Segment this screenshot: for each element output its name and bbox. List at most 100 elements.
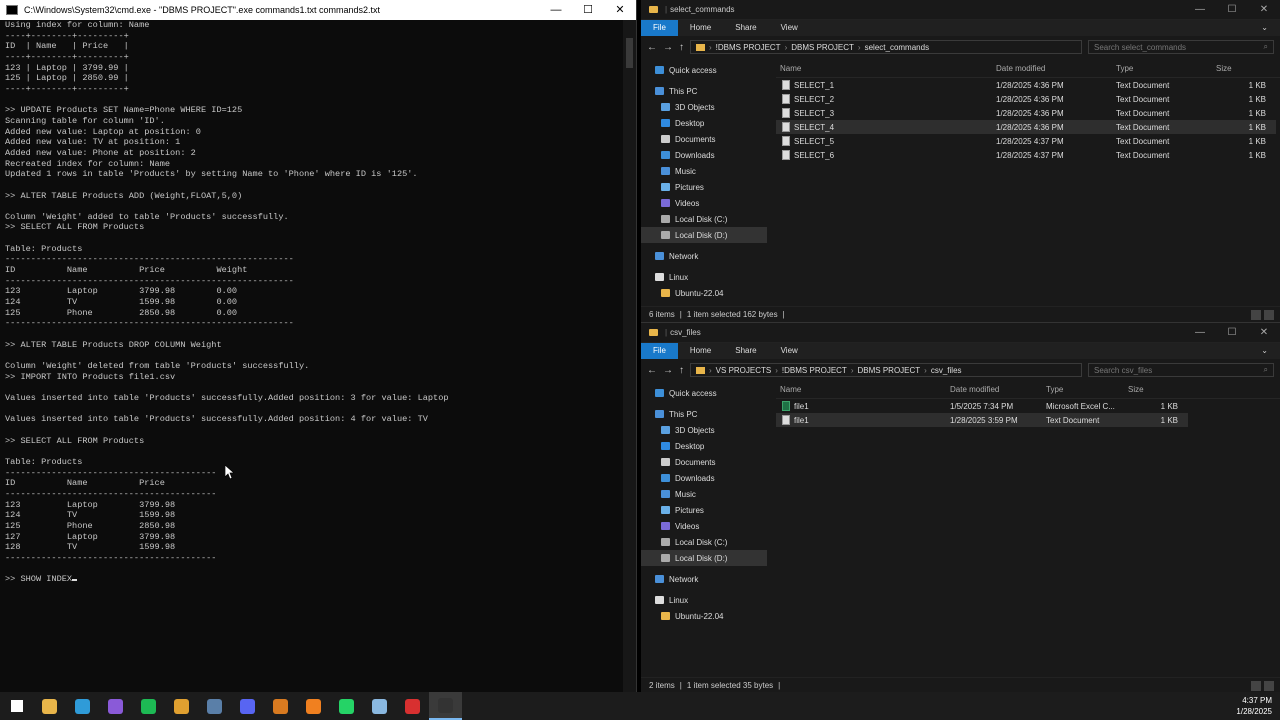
chevron-down-icon[interactable]: ⌄ xyxy=(1249,20,1280,36)
whatsapp-icon[interactable] xyxy=(330,692,363,720)
path-separator[interactable]: › xyxy=(785,43,788,52)
nav-item[interactable]: Pictures xyxy=(641,179,767,195)
nav-item[interactable]: Quick access xyxy=(641,385,767,401)
nav-item[interactable]: Videos xyxy=(641,518,767,534)
nav-item[interactable]: Documents xyxy=(641,454,767,470)
address-bar[interactable]: › !DBMS PROJECT › DBMS PROJECT › select_comma… xyxy=(690,40,1082,54)
scroll-thumb[interactable] xyxy=(626,38,633,68)
path-separator[interactable]: › xyxy=(709,43,712,52)
tab-file[interactable]: File xyxy=(641,20,678,36)
close-button[interactable]: ✕ xyxy=(1248,4,1280,15)
nav-item[interactable]: Local Disk (D:) xyxy=(641,550,767,566)
address-bar[interactable]: › VS PROJECTS › !DBMS PROJECT › DBMS PROJECT ›… xyxy=(690,363,1082,377)
path-separator[interactable]: › xyxy=(709,366,712,375)
cmd-window[interactable]: C:\Windows\System32\cmd.exe - "DBMS PROJ… xyxy=(0,0,637,692)
column-type[interactable]: Type xyxy=(1116,64,1216,73)
recorder-icon[interactable] xyxy=(396,692,429,720)
breadcrumb-item[interactable]: !DBMS PROJECT xyxy=(716,43,781,52)
column-date[interactable]: Date modified xyxy=(996,64,1116,73)
tab-view[interactable]: View xyxy=(769,343,810,359)
console-output[interactable]: Using index for column: Name ----+-------… xyxy=(5,20,623,692)
visual-studio-icon[interactable] xyxy=(99,692,132,720)
up-arrow-icon[interactable]: ↑ xyxy=(679,365,684,376)
tab-file[interactable]: File xyxy=(641,343,678,359)
path-separator[interactable]: › xyxy=(851,366,854,375)
nav-item[interactable]: Ubuntu-22.04 xyxy=(641,285,767,301)
edge-icon[interactable] xyxy=(66,692,99,720)
tab-share[interactable]: Share xyxy=(723,20,768,36)
nav-item[interactable]: Music xyxy=(641,163,767,179)
explorer-titlebar[interactable]: | csv_files — ☐ ✕ xyxy=(641,323,1280,343)
file-row[interactable]: SELECT_2 1/28/2025 4:36 PM Text Document 1 … xyxy=(776,92,1276,106)
explorer-window-select-commands[interactable]: | select_commands — ☐ ✕ File Home Share … xyxy=(641,0,1280,322)
maximize-button[interactable]: ☐ xyxy=(1216,4,1248,15)
nav-item[interactable]: Music xyxy=(641,486,767,502)
column-date[interactable]: Date modified xyxy=(950,385,1046,394)
nav-item[interactable]: Network xyxy=(641,571,767,587)
breadcrumb-item[interactable]: DBMS PROJECT xyxy=(858,366,921,375)
nav-item[interactable]: Quick access xyxy=(641,62,767,78)
maximize-button[interactable]: ☐ xyxy=(1216,327,1248,338)
explorer-window-csv-files[interactable]: | csv_files — ☐ ✕ File Home Share View ⌄… xyxy=(641,322,1280,693)
nav-item[interactable]: 3D Objects xyxy=(641,422,767,438)
breadcrumb-item[interactable]: select_commands xyxy=(865,43,929,52)
nav-item[interactable]: Local Disk (C:) xyxy=(641,211,767,227)
details-view-icon[interactable] xyxy=(1251,680,1261,691)
nav-item[interactable]: Videos xyxy=(641,195,767,211)
nav-item[interactable]: Local Disk (D:) xyxy=(641,227,767,243)
path-separator[interactable]: › xyxy=(775,366,778,375)
close-button[interactable]: ✕ xyxy=(604,0,636,20)
chrome-icon[interactable] xyxy=(165,692,198,720)
file-row[interactable]: file1 1/28/2025 3:59 PM Text Document 1 KB xyxy=(776,413,1188,427)
nav-item[interactable]: Local Disk (C:) xyxy=(641,534,767,550)
breadcrumb-item[interactable]: csv_files xyxy=(931,366,962,375)
nav-item[interactable]: Downloads xyxy=(641,470,767,486)
chevron-down-icon[interactable]: ⌄ xyxy=(1249,343,1280,359)
forward-arrow-icon[interactable]: → xyxy=(663,42,673,53)
spotify-icon[interactable] xyxy=(132,692,165,720)
tab-home[interactable]: Home xyxy=(678,20,723,36)
back-arrow-icon[interactable]: ← xyxy=(647,42,657,53)
minimize-button[interactable]: — xyxy=(1184,4,1216,15)
nav-item[interactable]: Ubuntu-22.04 xyxy=(641,608,767,624)
back-arrow-icon[interactable]: ← xyxy=(647,365,657,376)
discord-icon[interactable] xyxy=(231,692,264,720)
column-name[interactable]: Name xyxy=(776,64,996,73)
search-input[interactable]: Search csv_files ⌕ xyxy=(1088,363,1274,377)
file-row[interactable]: file1 1/5/2025 7:34 PM Microsoft Excel C..… xyxy=(776,399,1188,413)
nav-item[interactable]: Desktop xyxy=(641,438,767,454)
cmd-scrollbar[interactable] xyxy=(623,20,636,692)
breadcrumb-item[interactable]: VS PROJECTS xyxy=(716,366,772,375)
details-view-icon[interactable] xyxy=(1251,309,1261,320)
file-explorer-icon[interactable] xyxy=(33,692,66,720)
breadcrumb-item[interactable]: !DBMS PROJECT xyxy=(782,366,847,375)
column-size[interactable]: Size xyxy=(1128,385,1178,394)
explorer-titlebar[interactable]: | select_commands — ☐ ✕ xyxy=(641,0,1280,20)
file-row[interactable]: SELECT_1 1/28/2025 4:36 PM Text Document 1 … xyxy=(776,78,1276,92)
file-row[interactable]: SELECT_4 1/28/2025 4:36 PM Text Document 1 … xyxy=(776,120,1276,134)
nav-item[interactable]: 3D Objects xyxy=(641,99,767,115)
column-name[interactable]: Name xyxy=(776,385,950,394)
maximize-button[interactable]: ☐ xyxy=(572,0,604,20)
nav-item[interactable]: This PC xyxy=(641,406,767,422)
tab-share[interactable]: Share xyxy=(723,343,768,359)
nav-item[interactable]: Downloads xyxy=(641,147,767,163)
column-type[interactable]: Type xyxy=(1046,385,1128,394)
breadcrumb-item[interactable]: DBMS PROJECT xyxy=(791,43,854,52)
file-row[interactable]: SELECT_5 1/28/2025 4:37 PM Text Document 1 … xyxy=(776,134,1276,148)
forward-arrow-icon[interactable]: → xyxy=(663,365,673,376)
close-button[interactable]: ✕ xyxy=(1248,327,1280,338)
vlc-icon[interactable] xyxy=(297,692,330,720)
minimize-button[interactable]: — xyxy=(540,0,572,20)
cmd-icon[interactable] xyxy=(429,692,462,720)
file-row[interactable]: SELECT_3 1/28/2025 4:36 PM Text Document 1 … xyxy=(776,106,1276,120)
tiles-view-icon[interactable] xyxy=(1264,309,1274,320)
up-arrow-icon[interactable]: ↑ xyxy=(679,42,684,53)
tab-view[interactable]: View xyxy=(769,20,810,36)
system-clock[interactable]: 4:37 PM 1/28/2025 xyxy=(1236,695,1280,717)
file-row[interactable]: SELECT_6 1/28/2025 4:37 PM Text Document 1 … xyxy=(776,148,1276,162)
app-icon[interactable] xyxy=(264,692,297,720)
nav-item[interactable]: Desktop xyxy=(641,115,767,131)
tab-home[interactable]: Home xyxy=(678,343,723,359)
minimize-button[interactable]: — xyxy=(1184,327,1216,338)
